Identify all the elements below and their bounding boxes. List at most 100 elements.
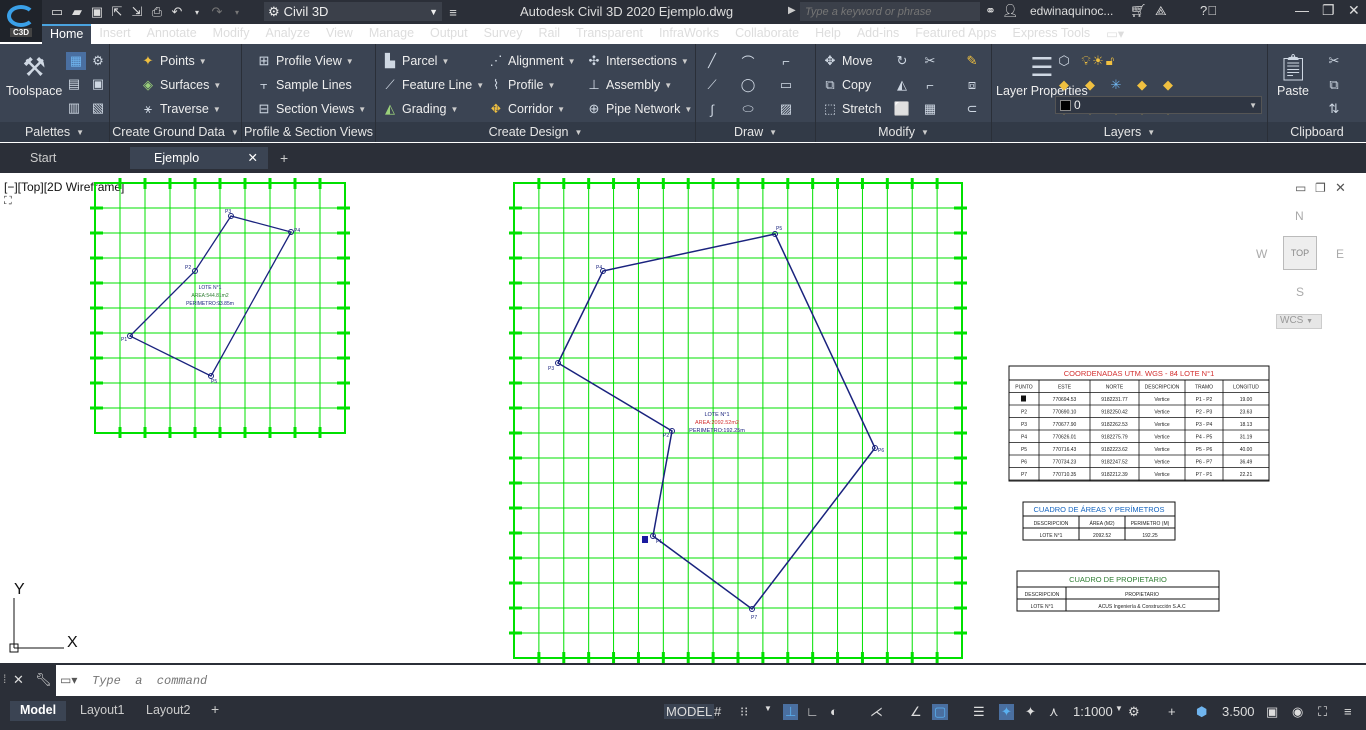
panorama-icon[interactable]: ▤ bbox=[66, 76, 82, 92]
tab-infraworks[interactable]: InfraWorks bbox=[651, 24, 727, 44]
search-input[interactable] bbox=[800, 2, 980, 21]
panel-title-draw[interactable]: Draw ▼ bbox=[696, 122, 815, 142]
viewcube-top-face[interactable]: TOP bbox=[1283, 236, 1317, 270]
customize-status-icon[interactable]: ≡ bbox=[1344, 704, 1352, 719]
hatch-icon[interactable]: ▨ bbox=[778, 101, 794, 117]
save-as-icon[interactable]: ⇱ bbox=[108, 3, 126, 21]
polar-icon[interactable]: ◐ bbox=[830, 704, 838, 719]
offset-icon[interactable]: ⊂ bbox=[964, 101, 980, 117]
ortho-icon[interactable]: ∟ bbox=[806, 704, 819, 719]
match-properties-icon[interactable]: ⇅ bbox=[1326, 101, 1342, 117]
copy-clip-icon[interactable]: ⧉ bbox=[1326, 77, 1342, 93]
ribbon-options-icon[interactable]: ▭▾ bbox=[1098, 24, 1132, 44]
model-space-button[interactable]: MODEL bbox=[664, 704, 715, 719]
workspace-gear-icon[interactable]: ⚙ bbox=[1128, 704, 1140, 720]
panel-title-profile-section[interactable]: Profile & Section Views bbox=[242, 122, 375, 142]
tab-help[interactable]: Help bbox=[807, 24, 849, 44]
elevation-value[interactable]: 3.500 bbox=[1222, 704, 1255, 719]
tab-transparent[interactable]: Transparent bbox=[568, 24, 651, 44]
tab-view[interactable]: View bbox=[318, 24, 361, 44]
grid-icon[interactable]: # bbox=[714, 704, 721, 719]
paste-button[interactable]: 📋︎ Paste bbox=[1276, 50, 1310, 99]
restore-icon[interactable]: ❐ bbox=[1322, 2, 1335, 19]
viewport-close-icon[interactable]: ✕ bbox=[1335, 180, 1346, 196]
isolate-objects-icon[interactable]: ◉ bbox=[1292, 704, 1303, 720]
toolspace-button[interactable]: ⚒ Toolspace bbox=[6, 50, 62, 99]
layer-tool-icon-4[interactable]: ◆ bbox=[1134, 77, 1150, 93]
alignment-button[interactable]: ⋰ Alignment ▼ bbox=[488, 53, 576, 69]
viewport-restore-icon[interactable]: ❐ bbox=[1315, 181, 1326, 195]
fullscreen-icon[interactable]: ⛶ bbox=[1318, 704, 1327, 720]
osnap-track-icon[interactable]: ∠ bbox=[910, 704, 922, 720]
line-icon[interactable]: ╱ bbox=[704, 53, 720, 69]
layer-properties-button[interactable]: ☰ Layer Properties bbox=[996, 50, 1088, 98]
layer-tool-icon-1[interactable]: ◆ bbox=[1056, 77, 1072, 93]
import-icon[interactable]: ⇲ bbox=[128, 3, 146, 21]
ellipse-icon[interactable]: ⬭ bbox=[740, 101, 756, 117]
chevron-down-icon[interactable]: ▼ bbox=[764, 704, 772, 713]
command-input[interactable] bbox=[56, 665, 1366, 696]
search-expand-icon[interactable]: ▶ bbox=[788, 5, 796, 16]
spline-icon[interactable]: ∫ bbox=[704, 101, 720, 117]
viewport-minimize-icon[interactable]: ▭ bbox=[1295, 181, 1306, 195]
arc-icon[interactable]: ⌒ bbox=[740, 53, 756, 70]
drawing-canvas[interactable]: [−][Top][2D Wireframe] ⛶ P1 P2 P3 P4 P5 … bbox=[0, 173, 1366, 663]
close-command-icon[interactable]: ✕ bbox=[13, 672, 24, 688]
snap-icon[interactable]: ⁝⁝ bbox=[740, 704, 748, 720]
help-icon[interactable]: ?⃝ bbox=[1200, 3, 1217, 18]
viewcube-east[interactable]: E bbox=[1336, 247, 1344, 261]
osnap-icon[interactable]: ▢ bbox=[932, 704, 949, 720]
copy-button[interactable]: ⧉ Copy bbox=[822, 77, 871, 93]
tab-analyze[interactable]: Analyze bbox=[257, 24, 317, 44]
parcel-button[interactable]: ▙ Parcel ▼ bbox=[382, 53, 449, 69]
minimize-icon[interactable]: — bbox=[1295, 2, 1309, 18]
infer-constraints-icon[interactable]: ⊥ bbox=[783, 704, 799, 720]
corridor-button[interactable]: ⛖ Corridor ▼ bbox=[488, 101, 565, 117]
tab-modify[interactable]: Modify bbox=[205, 24, 258, 44]
user-name[interactable]: edwinaquinoc... bbox=[1030, 4, 1113, 18]
annotation-scale-icon[interactable]: ⋏ bbox=[1049, 704, 1059, 720]
close-icon[interactable]: ✕ bbox=[1348, 2, 1360, 19]
workspace-selector[interactable]: ⚙ Civil 3D ▼ bbox=[264, 2, 442, 21]
layer-tool-icon-5[interactable]: ◆ bbox=[1160, 77, 1176, 93]
tab-ejemplo[interactable]: Ejemplo ✕ bbox=[130, 147, 268, 169]
properties-icon[interactable]: ▦ bbox=[66, 52, 86, 70]
explode-icon[interactable]: ⧈ bbox=[964, 77, 980, 93]
undo-dropdown-icon[interactable]: ▾ bbox=[188, 3, 206, 21]
app-menu-button[interactable]: C3D bbox=[0, 0, 42, 42]
rotate-icon[interactable]: ↻ bbox=[894, 53, 910, 69]
a360-icon[interactable]: ⟁ bbox=[1155, 3, 1167, 19]
panel-title-palettes[interactable]: Palettes ▼ bbox=[0, 122, 109, 142]
layout-tab-layout1[interactable]: Layout1 bbox=[70, 701, 134, 721]
assembly-button[interactable]: ⊥ Assembly ▼ bbox=[586, 77, 672, 93]
properties-box-icon[interactable]: ▣ bbox=[1266, 704, 1278, 720]
open-folder-icon[interactable]: ▰ bbox=[68, 3, 86, 21]
tab-collaborate[interactable]: Collaborate bbox=[727, 24, 807, 44]
array-icon[interactable]: ▦ bbox=[922, 101, 938, 117]
panel-title-modify[interactable]: Modify ▼ bbox=[816, 122, 991, 142]
selection-grip[interactable] bbox=[642, 536, 648, 543]
grading-button[interactable]: ◭ Grading ▼ bbox=[382, 101, 458, 117]
binoculars-icon[interactable]: ⚭ bbox=[985, 3, 996, 19]
tab-express-tools[interactable]: Express Tools bbox=[1005, 24, 1099, 44]
viewcube-west[interactable]: W bbox=[1256, 247, 1267, 261]
fillet-icon[interactable]: ⌐ bbox=[922, 77, 938, 93]
erase-icon[interactable]: ✎ bbox=[964, 53, 980, 69]
annotation-monitor-icon[interactable]: + bbox=[1168, 704, 1176, 719]
tab-add-ins[interactable]: Add-ins bbox=[849, 24, 907, 44]
tab-featured-apps[interactable]: Featured Apps bbox=[907, 24, 1004, 44]
tab-rail[interactable]: Rail bbox=[530, 24, 568, 44]
design-center-icon[interactable]: ▥ bbox=[66, 100, 82, 116]
construction-line-icon[interactable]: ⟋ bbox=[704, 77, 720, 93]
trim-icon[interactable]: ✂ bbox=[922, 53, 938, 69]
sample-lines-button[interactable]: ⫟ Sample Lines bbox=[256, 77, 352, 93]
tab-manage[interactable]: Manage bbox=[361, 24, 422, 44]
command-history-icon[interactable]: ▭▾ bbox=[60, 673, 77, 687]
layout-tab-layout2[interactable]: Layout2 bbox=[136, 701, 200, 721]
toolbox-icon[interactable]: ▣ bbox=[90, 76, 106, 92]
viewcube-south[interactable]: S bbox=[1296, 285, 1304, 299]
tab-annotate[interactable]: Annotate bbox=[139, 24, 205, 44]
surfaces-button[interactable]: ◈ Surfaces ▼ bbox=[140, 77, 221, 93]
panel-title-ground[interactable]: Create Ground Data ▼ bbox=[110, 122, 241, 142]
layout-tab-model[interactable]: Model bbox=[10, 701, 67, 721]
